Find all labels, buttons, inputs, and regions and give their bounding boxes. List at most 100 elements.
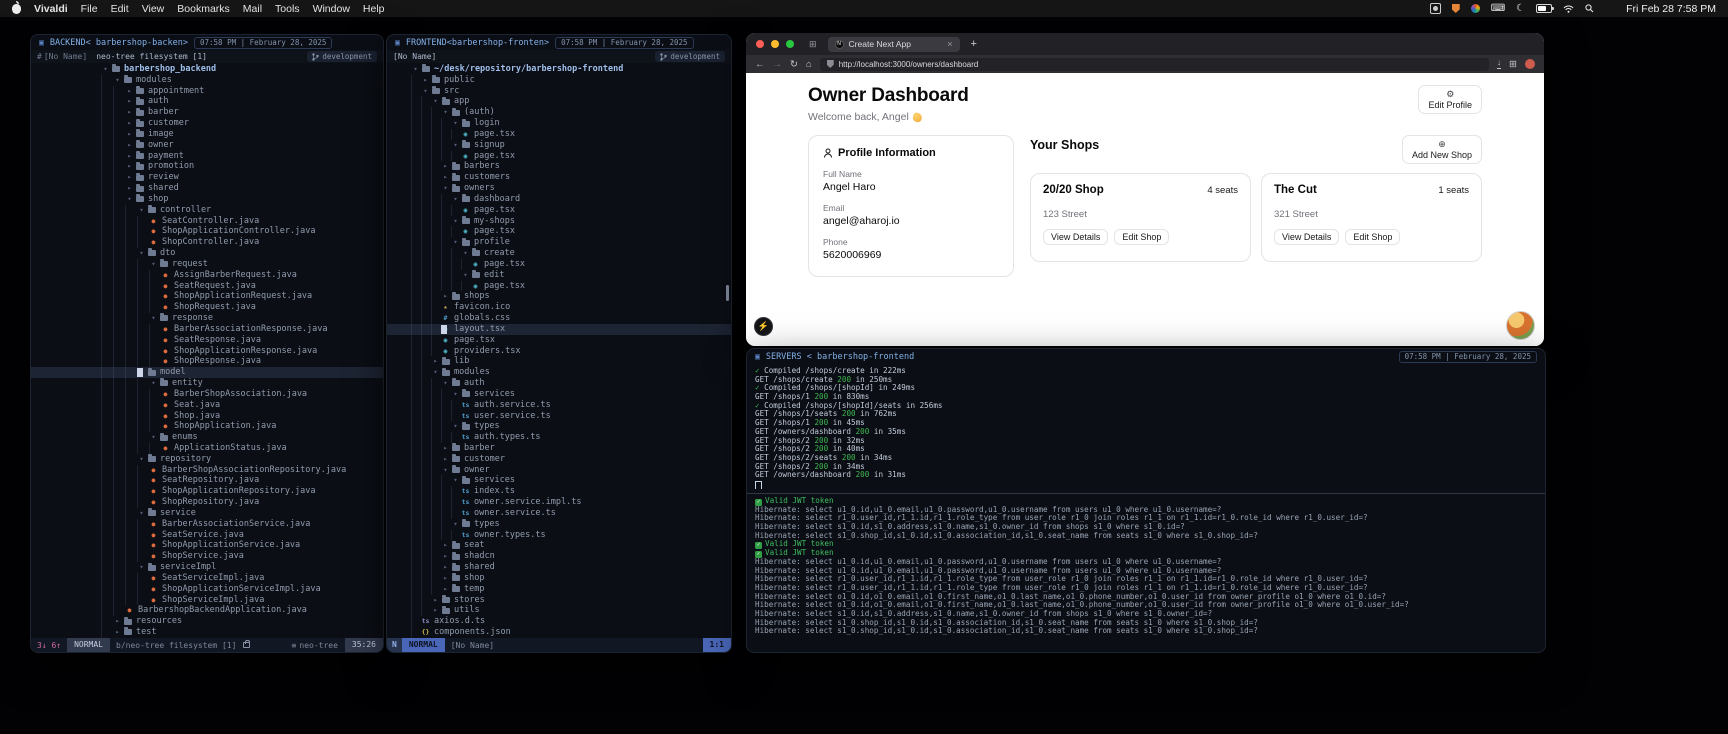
tree-dir-promotion[interactable]: ▸ promotion — [31, 161, 383, 172]
tree-file-SeatService.java[interactable]: ● SeatService.java — [31, 530, 383, 541]
tree-file-auth.types.ts[interactable]: ts auth.types.ts — [387, 432, 731, 443]
back-button[interactable]: ← — [755, 59, 765, 70]
expander-icon[interactable]: ▾ — [137, 205, 146, 216]
tree-dir-controller[interactable]: ▾ controller — [31, 205, 383, 216]
expander-icon[interactable]: ▸ — [125, 96, 134, 107]
tree-dir-login[interactable]: ▾ login — [387, 118, 731, 129]
expander-icon[interactable]: ▸ — [125, 107, 134, 118]
tree-file-ShopRequest.java[interactable]: ● ShopRequest.java — [31, 302, 383, 313]
tree-file-ShopApplicationResponse.java[interactable]: ● ShopApplicationResponse.java — [31, 346, 383, 357]
expander-icon[interactable]: ▾ — [149, 313, 158, 324]
reload-button[interactable]: ↻ — [790, 59, 798, 70]
close-tab-icon[interactable]: × — [947, 39, 952, 49]
expander-icon[interactable]: ▸ — [125, 129, 134, 140]
menu-help[interactable]: Help — [363, 3, 385, 15]
tree-file-ShopServiceImpl.java[interactable]: ● ShopServiceImpl.java — [31, 595, 383, 606]
search-icon[interactable] — [1585, 4, 1594, 13]
expander-icon[interactable]: ▸ — [125, 183, 134, 194]
tree-dir-service[interactable]: ▾ service — [31, 508, 383, 519]
expander-icon[interactable]: ▸ — [125, 118, 134, 129]
tree-dir-create[interactable]: ▾ create — [387, 248, 731, 259]
tree-file-ShopApplicationController.java[interactable]: ● ShopApplicationController.java — [31, 226, 383, 237]
tree-file-owner.types.ts[interactable]: ts owner.types.ts — [387, 530, 731, 541]
tree-file-BarbershopBackendApplication.java[interactable]: ● BarbershopBackendApplication.java — [31, 605, 383, 616]
apple-menu-icon[interactable] — [12, 0, 21, 14]
scrollbar-thumb[interactable] — [726, 285, 729, 301]
expander-icon[interactable]: ▾ — [461, 270, 470, 281]
tree-dir-shops[interactable]: ▸ shops — [387, 291, 731, 302]
expander-icon[interactable]: ▸ — [441, 551, 450, 562]
tree-dir-stores[interactable]: ▸ stores — [387, 595, 731, 606]
tree-file-axios.d.ts[interactable]: ts axios.d.ts — [387, 616, 731, 627]
tree-dir-services[interactable]: ▾ services — [387, 389, 731, 400]
edit-profile-button[interactable]: ⚙ Edit Profile — [1418, 85, 1482, 114]
expander-icon[interactable]: ▸ — [113, 616, 122, 627]
expander-icon[interactable]: ▾ — [461, 248, 470, 259]
expander-icon[interactable]: ▸ — [431, 605, 440, 616]
vim-tab-no-name[interactable]: [No Name] — [393, 52, 436, 61]
screen-record-icon[interactable] — [1429, 3, 1441, 14]
tree-file-page.tsx[interactable]: ◉ page.tsx — [387, 205, 731, 216]
tree-dir-image[interactable]: ▸ image — [31, 129, 383, 140]
zoom-window-button[interactable] — [786, 40, 794, 48]
home-button[interactable]: ⌂ — [806, 59, 812, 70]
tree-dir-appointment[interactable]: ▸ appointment — [31, 86, 383, 97]
tree-file-globals.css[interactable]: # globals.css — [387, 313, 731, 324]
tree-file-layout.tsx[interactable]: ◉layout.tsx — [387, 323, 731, 335]
tree-dir-review[interactable]: ▸ review — [31, 172, 383, 183]
tree-file-favicon.ico[interactable]: ★ favicon.ico — [387, 302, 731, 313]
close-window-button[interactable] — [756, 40, 764, 48]
tree-file-page.tsx[interactable]: ◉ page.tsx — [387, 129, 731, 140]
expander-icon[interactable]: ▾ — [451, 216, 460, 227]
workspaces-icon[interactable]: ⊞ — [809, 39, 817, 50]
view-details-button[interactable]: View Details — [1043, 229, 1109, 245]
tree-file-ShopApplicationService.java[interactable]: ● ShopApplicationService.java — [31, 540, 383, 551]
tree-file-SeatResponse.java[interactable]: ● SeatResponse.java — [31, 335, 383, 346]
minimize-window-button[interactable] — [771, 40, 779, 48]
tree-dir-services[interactable]: ▾ services — [387, 475, 731, 486]
expander-icon[interactable]: ▾ — [451, 118, 460, 129]
tree-file-ShopResponse.java[interactable]: ● ShopResponse.java — [31, 356, 383, 367]
tree-dir-entity[interactable]: ▾ entity — [31, 378, 383, 389]
tree-dir-shop[interactable]: ▾ shop — [31, 194, 383, 205]
tree-file-page.tsx[interactable]: ◉ page.tsx — [387, 151, 731, 162]
expander-icon[interactable]: ▸ — [441, 540, 450, 551]
tree-dir-auth[interactable]: ▸ auth — [31, 96, 383, 107]
battery-icon[interactable] — [1536, 4, 1555, 13]
tree-dir-app[interactable]: ▾ app — [387, 96, 731, 107]
control-center-icon[interactable] — [1605, 5, 1615, 13]
expander-icon[interactable]: ▾ — [451, 237, 460, 248]
tree-dir-shop[interactable]: ▸ shop — [387, 573, 731, 584]
expander-icon[interactable]: ▾ — [101, 64, 110, 75]
tree-dir-barber[interactable]: ▸ barber — [387, 443, 731, 454]
moon-icon[interactable]: ☾ — [1516, 3, 1525, 14]
expander-icon[interactable]: ▾ — [149, 432, 158, 443]
expander-icon[interactable]: ▾ — [137, 508, 146, 519]
tree-file-index.ts[interactable]: ts index.ts — [387, 486, 731, 497]
tree-file-owner.service.impl.ts[interactable]: ts owner.service.impl.ts — [387, 497, 731, 508]
tree-dir-modules[interactable]: ▾ modules — [387, 367, 731, 378]
tree-file-SeatServiceImpl.java[interactable]: ● SeatServiceImpl.java — [31, 573, 383, 584]
tree-dir-types[interactable]: ▾ types — [387, 421, 731, 432]
expander-icon[interactable]: ▾ — [441, 378, 450, 389]
tree-dir-types[interactable]: ▾ types — [387, 519, 731, 530]
address-bar[interactable]: http://localhost:3000/owners/dashboard — [819, 57, 1490, 71]
add-new-shop-button[interactable]: ⊕ Add New Shop — [1401, 135, 1482, 164]
expander-icon[interactable]: ▾ — [137, 562, 146, 573]
expander-icon[interactable]: ▸ — [441, 443, 450, 454]
expander-icon[interactable]: ▾ — [451, 194, 460, 205]
expander-icon[interactable]: ▾ — [441, 183, 450, 194]
tree-dir-serviceImpl[interactable]: ▾ serviceImpl — [31, 562, 383, 573]
expander-icon[interactable]: ▸ — [441, 161, 450, 172]
menu-tools[interactable]: Tools — [275, 3, 300, 15]
tree-file-Seat.java[interactable]: ● Seat.java — [31, 400, 383, 411]
expander-icon[interactable]: ▾ — [113, 75, 122, 86]
expander-icon[interactable]: ▾ — [451, 140, 460, 151]
expander-icon[interactable]: ▸ — [125, 172, 134, 183]
tree-file-Shop.java[interactable]: ● Shop.java — [31, 411, 383, 422]
expander-icon[interactable]: ▸ — [441, 584, 450, 595]
expander-icon[interactable]: ▾ — [421, 86, 430, 97]
expander-icon[interactable]: ▾ — [441, 465, 450, 476]
expander-icon[interactable]: ▸ — [125, 86, 134, 97]
expander-icon[interactable]: ▾ — [441, 107, 450, 118]
